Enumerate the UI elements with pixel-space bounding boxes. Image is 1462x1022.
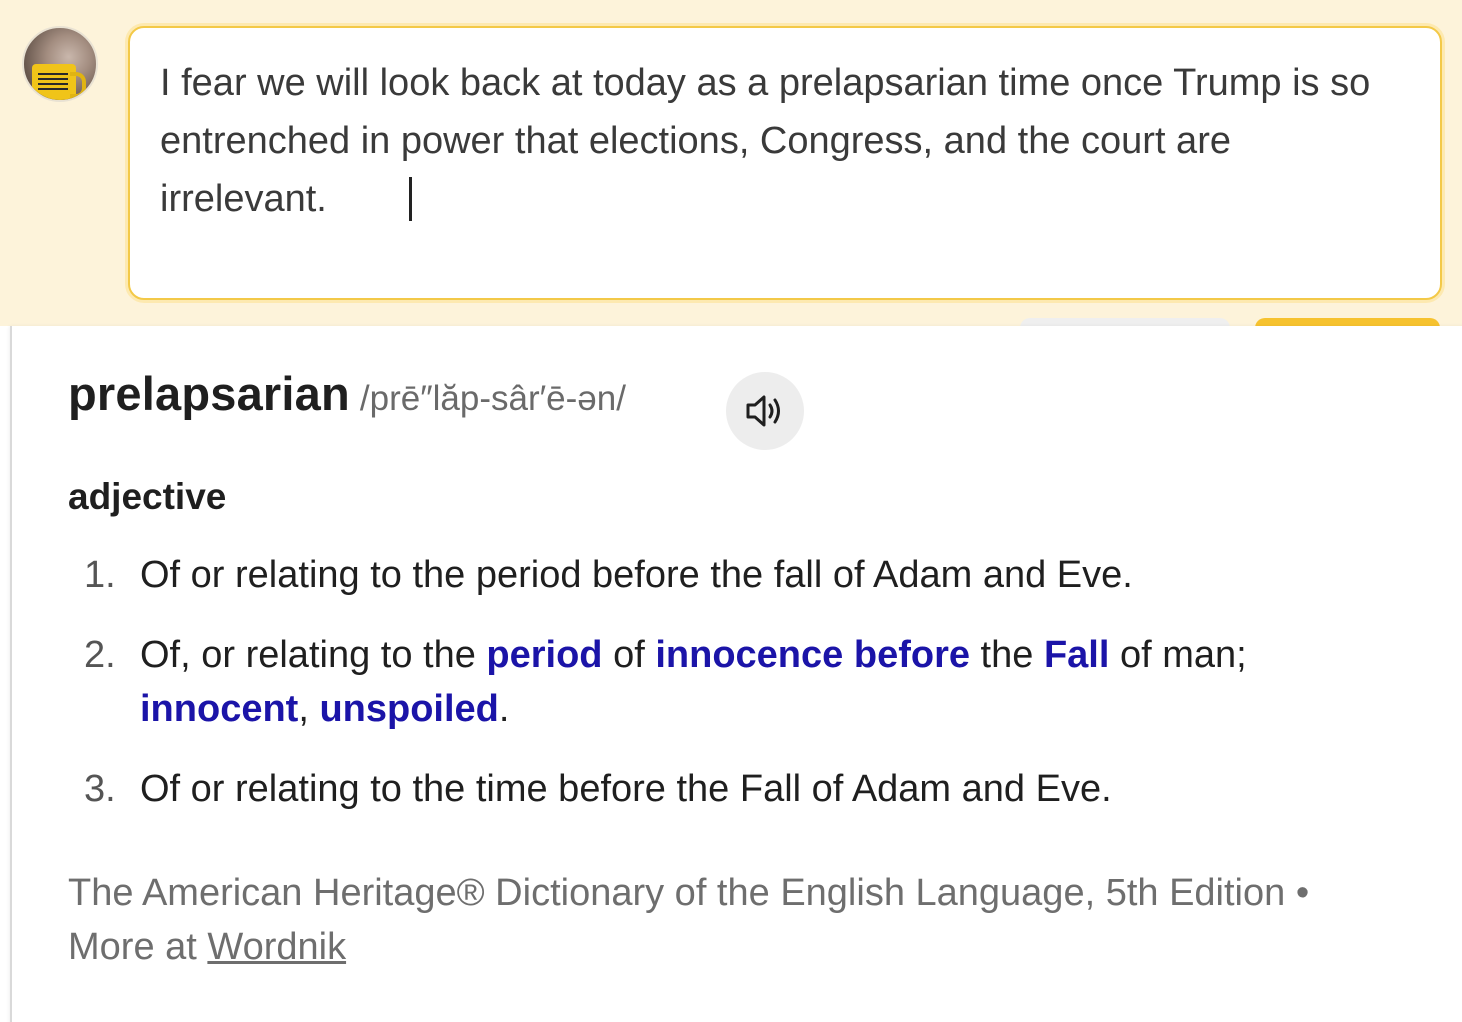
source-title: The American Heritage® Dictionary of the… bbox=[68, 872, 1286, 914]
mug-lettering bbox=[38, 70, 68, 93]
speaker-icon bbox=[746, 395, 780, 427]
definition-item: 3. Of or relating to the time before the… bbox=[84, 762, 1384, 816]
definition-item: 1. Of or relating to the period before t… bbox=[84, 548, 1384, 602]
play-pronunciation-button[interactable] bbox=[726, 372, 804, 450]
dictionary-popup: prelapsarian/prē″lăp-sâr′ē-ən/ adjective… bbox=[10, 326, 1462, 1022]
link-unspoiled[interactable]: unspoiled bbox=[319, 688, 498, 730]
page: I fear we will look back at today as a p… bbox=[0, 0, 1462, 1022]
definition-text: Of or relating to the time before the Fa… bbox=[140, 768, 1112, 810]
dictionary-source: The American Heritage® Dictionary of the… bbox=[68, 866, 1368, 974]
link-innocent[interactable]: innocent bbox=[140, 688, 298, 730]
definition-number: 2. bbox=[84, 634, 116, 676]
headword-row: prelapsarian/prē″lăp-sâr′ē-ən/ bbox=[68, 366, 626, 436]
text-caret bbox=[408, 177, 412, 221]
user-avatar[interactable] bbox=[22, 26, 98, 102]
link-period[interactable]: period bbox=[486, 634, 602, 676]
link-fall[interactable]: Fall bbox=[1044, 634, 1109, 676]
pronunciation: /prē″lăp-sâr′ē-ən/ bbox=[359, 379, 626, 418]
comment-composer: I fear we will look back at today as a p… bbox=[0, 0, 1462, 332]
part-of-speech: adjective bbox=[68, 476, 227, 517]
definition-list: 1. Of or relating to the period before t… bbox=[84, 548, 1384, 842]
comment-input-text[interactable]: I fear we will look back at today as a p… bbox=[160, 54, 1400, 228]
definition-number: 1. bbox=[84, 554, 116, 596]
comment-input[interactable]: I fear we will look back at today as a p… bbox=[128, 26, 1442, 300]
definition-text: Of, or relating to the period of innocen… bbox=[140, 634, 1247, 730]
link-innocence[interactable]: innocence bbox=[655, 634, 843, 676]
headword: prelapsarian bbox=[68, 367, 350, 420]
separator-dot: • bbox=[1285, 872, 1310, 914]
definition-item: 2. Of, or relating to the period of inno… bbox=[84, 628, 1384, 736]
more-at-label: More at bbox=[68, 926, 208, 968]
definition-text: Of or relating to the period before the … bbox=[140, 554, 1133, 596]
mug-image bbox=[32, 64, 86, 100]
wordnik-link[interactable]: Wordnik bbox=[207, 926, 346, 968]
definition-number: 3. bbox=[84, 768, 116, 810]
link-before[interactable]: before bbox=[854, 634, 970, 676]
